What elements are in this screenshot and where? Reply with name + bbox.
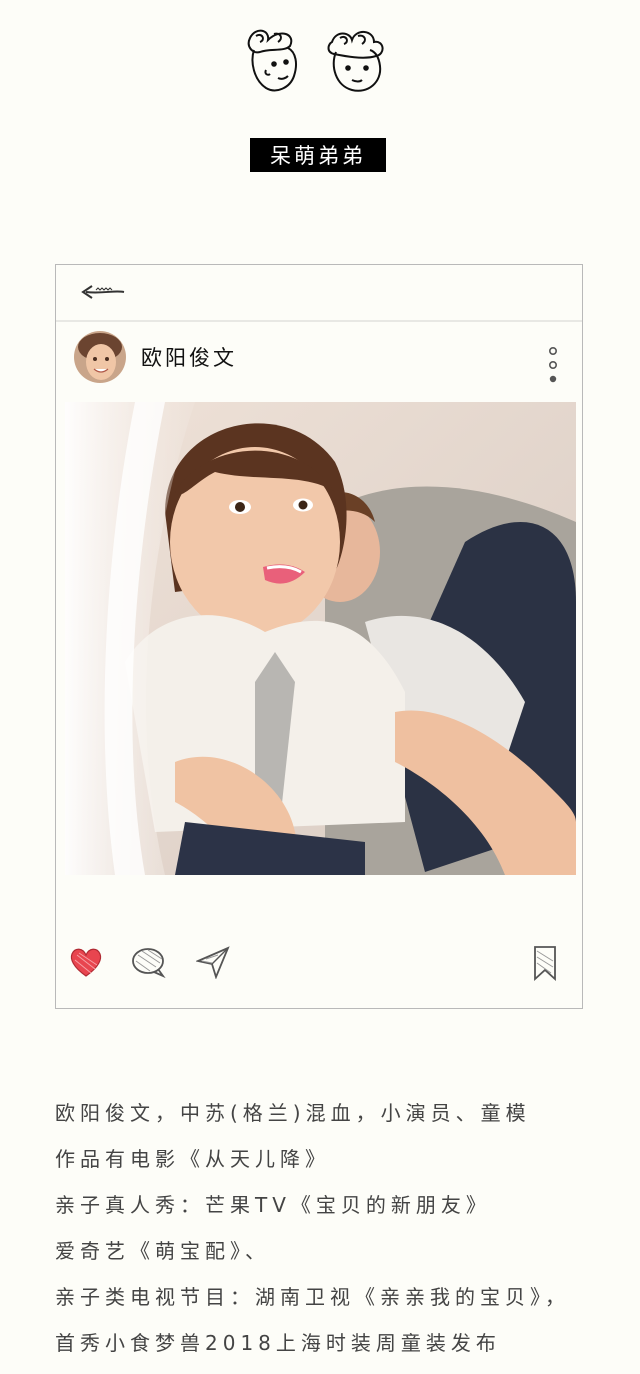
card-top-bar bbox=[56, 265, 582, 322]
doodle-face-right bbox=[327, 31, 384, 92]
doodle-face-left bbox=[247, 29, 297, 92]
paper-plane-icon[interactable] bbox=[196, 945, 230, 979]
bio-line: 欧阳俊文，中苏(格兰)混血，小演员、童模 bbox=[55, 1101, 531, 1125]
page-title: 呆萌弟弟 bbox=[250, 138, 386, 172]
avatar[interactable] bbox=[74, 331, 126, 383]
bio-line: 作品有电影《从天儿降》 bbox=[55, 1147, 330, 1171]
bio-text: 欧阳俊文，中苏(格兰)混血，小演员、童模 作品有电影《从天儿降》 亲子真人秀：芒… bbox=[55, 1090, 635, 1366]
comment-bubble-icon[interactable] bbox=[130, 945, 166, 979]
post-card: 欧阳俊文 bbox=[55, 264, 583, 1009]
avatar-image bbox=[74, 331, 126, 383]
post-photo bbox=[65, 402, 576, 875]
bookmark-icon[interactable] bbox=[532, 945, 558, 981]
bio-line: 首秀小食梦兽2018上海时装周童装发布 bbox=[55, 1331, 501, 1355]
heart-icon[interactable] bbox=[69, 945, 103, 979]
bio-line: 亲子类电视节目：湖南卫视《亲亲我的宝贝》， bbox=[55, 1285, 570, 1309]
doodle-faces-illustration bbox=[247, 29, 384, 92]
bio-line: 亲子真人秀：芒果TV《宝贝的新朋友》 bbox=[55, 1193, 491, 1217]
back-arrow-icon[interactable] bbox=[80, 283, 126, 301]
bio-line: 爱奇艺《萌宝配》、 bbox=[55, 1239, 270, 1263]
more-options-icon[interactable] bbox=[546, 345, 560, 389]
post-username[interactable]: 欧阳俊文 bbox=[141, 342, 237, 372]
